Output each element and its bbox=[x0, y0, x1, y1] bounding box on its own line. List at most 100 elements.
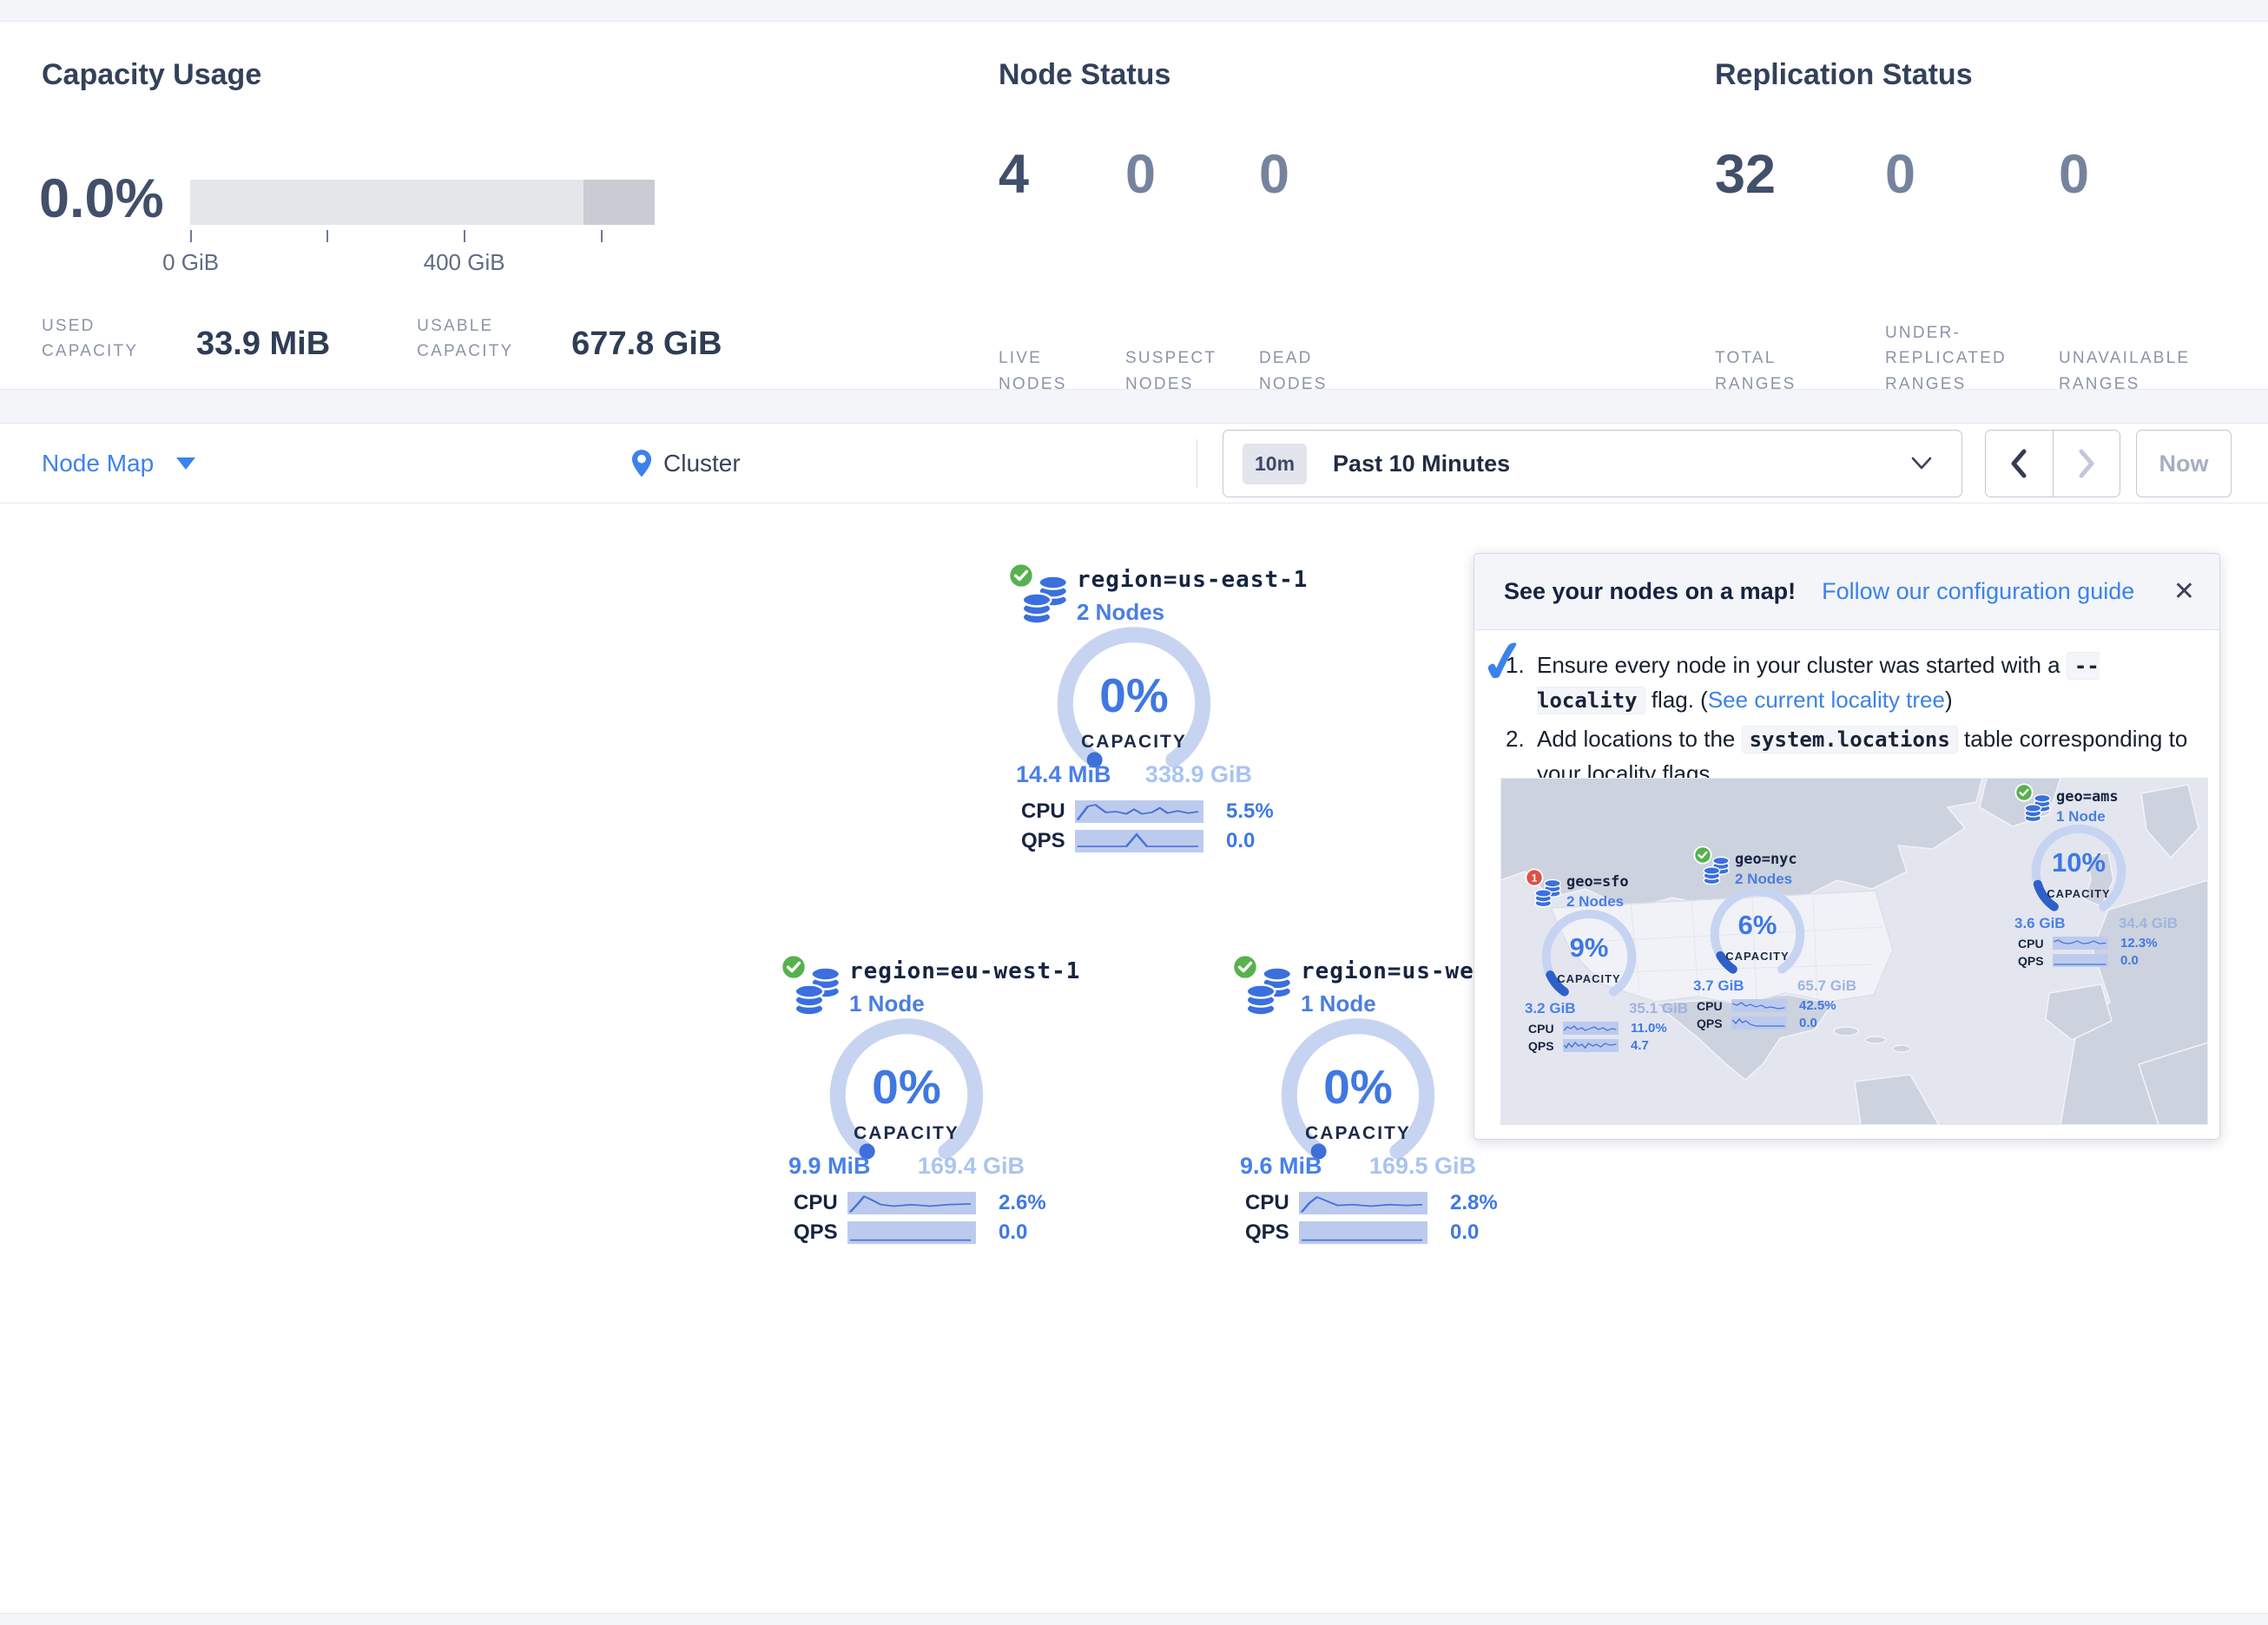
locality-title: geo=nyc bbox=[1735, 851, 1797, 868]
cpu-sparkline bbox=[1299, 1192, 1427, 1214]
gauge-percent: 0% bbox=[1280, 1059, 1436, 1115]
step-text-part: flag. ( bbox=[1645, 687, 1708, 713]
qps-value: 0.0 bbox=[2120, 953, 2139, 968]
qps-row: QPS 0.0 bbox=[1021, 829, 1255, 853]
under-replicated-label: UNDER-REPLICATED RANGES bbox=[1885, 320, 2026, 397]
time-range-dropdown[interactable]: 10m Past 10 Minutes bbox=[1223, 430, 1962, 497]
now-button[interactable]: Now bbox=[2136, 430, 2232, 497]
chevron-right-icon bbox=[2076, 448, 2097, 479]
total-value: 338.9 GiB bbox=[1145, 761, 1252, 788]
qps-row: QPS 4.7 bbox=[1528, 1038, 1649, 1053]
qps-label: QPS bbox=[1245, 1220, 1299, 1245]
view-selector-label: Node Map bbox=[42, 450, 154, 477]
capacity-values: 9.9 MiB 169.4 GiB bbox=[788, 1153, 1025, 1180]
qps-label: QPS bbox=[1697, 1016, 1731, 1030]
cluster-summary-panel: Capacity Usage 0.0% 0 GiB 400 GiB USED C… bbox=[0, 22, 2268, 389]
mini-node-card-nyc[interactable]: geo=nyc 2 Nodes 6% CAPACITY 3.7 GiB 65.7 bbox=[1693, 845, 1876, 1028]
total-value: 169.4 GiB bbox=[918, 1153, 1025, 1180]
gauge-caption: CAPACITY bbox=[1709, 950, 1806, 963]
mini-card-header: geo=sfo 2 Nodes bbox=[1566, 873, 1629, 911]
used-capacity-label: USED CAPACITY bbox=[42, 313, 172, 365]
gauge-percent: 9% bbox=[1540, 932, 1638, 964]
nodes-on-map-popup: See your nodes on a map! Follow our conf… bbox=[1474, 553, 2220, 1140]
capacity-bar: 0 GiB 400 GiB bbox=[190, 180, 655, 225]
qps-label: QPS bbox=[794, 1220, 847, 1245]
time-prev-button[interactable] bbox=[1986, 431, 2053, 497]
qps-row: QPS 0.0 bbox=[794, 1220, 1027, 1245]
caret-down-icon bbox=[176, 457, 195, 470]
mini-card-header: geo=nyc 2 Nodes bbox=[1735, 851, 1797, 888]
cpu-sparkline bbox=[1731, 999, 1787, 1012]
node-card-eu-west-1[interactable]: region=eu-west-1 1 Node 0% CAPACITY 9.9 … bbox=[780, 951, 1033, 1255]
cpu-value: 42.5% bbox=[1799, 998, 1836, 1013]
top-strip bbox=[0, 0, 2268, 22]
qps-sparkline bbox=[1731, 1016, 1787, 1030]
cpu-row: CPU 12.3% bbox=[2018, 936, 2158, 951]
node-map-canvas: region=us-east-1 2 Nodes 0% CAPACITY 14.… bbox=[0, 503, 2268, 1613]
used-capacity-stat: USED CAPACITY 33.9 MiB bbox=[42, 313, 330, 365]
popup-header: See your nodes on a map! Follow our conf… bbox=[1474, 554, 2219, 630]
replication-stats: 32 TOTAL RANGES 0 UNDER-REPLICATED RANGE… bbox=[1715, 143, 2206, 397]
dead-nodes-stat: 0 DEAD NODES bbox=[1259, 143, 1355, 397]
time-range-badge: 10m bbox=[1243, 444, 1307, 484]
live-nodes-value: 4 bbox=[999, 143, 1094, 206]
database-nodes-icon bbox=[792, 965, 844, 1017]
capacity-bar-track bbox=[190, 180, 655, 225]
node-status-title: Node Status bbox=[999, 58, 1170, 92]
qps-sparkline bbox=[1299, 1221, 1427, 1244]
gauge-percent: 10% bbox=[2030, 847, 2127, 878]
close-icon[interactable]: ✕ bbox=[2173, 576, 2195, 607]
suspect-nodes-value: 0 bbox=[1125, 143, 1228, 206]
capacity-percent: 0.0% bbox=[39, 168, 164, 230]
capacity-usage-title: Capacity Usage bbox=[42, 58, 261, 92]
cpu-value: 12.3% bbox=[2120, 936, 2158, 951]
mini-node-card-ams[interactable]: geo=ams 1 Node 10% CAPACITY 3.6 GiB 34.4 bbox=[2014, 783, 2197, 965]
bottom-strip bbox=[0, 1613, 2268, 1625]
node-card-header: region=eu-west-1 1 Node bbox=[849, 958, 1080, 1017]
step-text: Ensure every node in your cluster was st… bbox=[1537, 648, 2192, 718]
axis-tick-label: 0 GiB bbox=[162, 249, 219, 276]
node-card-us-west-1[interactable]: region=us-west-1 1 Node 0% CAPACITY 9.6 … bbox=[1231, 951, 1485, 1255]
capacity-values: 14.4 MiB 338.9 GiB bbox=[1016, 761, 1252, 788]
cpu-label: CPU bbox=[2018, 937, 2053, 951]
total-value: 35.1 GiB bbox=[1629, 1000, 1688, 1017]
setup-step-1: 1. Ensure every node in your cluster was… bbox=[1506, 648, 2192, 718]
mini-card-header: geo=ams 1 Node bbox=[2056, 788, 2119, 826]
locality-tree-link[interactable]: See current locality tree bbox=[1708, 687, 1945, 713]
section-divider bbox=[0, 389, 2268, 424]
time-nav-group bbox=[1985, 430, 2120, 497]
axis-tick bbox=[464, 230, 465, 242]
used-value: 3.7 GiB bbox=[1693, 977, 1744, 995]
capacity-stats: USED CAPACITY 33.9 MiB USABLE CAPACITY 6… bbox=[42, 313, 722, 365]
axis-tick bbox=[326, 230, 328, 242]
node-card-us-east-1[interactable]: region=us-east-1 2 Nodes 0% CAPACITY 14.… bbox=[1007, 560, 1261, 864]
qps-value: 0.0 bbox=[1226, 829, 1255, 853]
qps-label: QPS bbox=[2018, 954, 2053, 968]
cpu-label: CPU bbox=[1528, 1022, 1563, 1036]
gauge-percent: 0% bbox=[1056, 668, 1212, 723]
time-range-label: Past 10 Minutes bbox=[1333, 451, 1510, 477]
qps-row: QPS 0.0 bbox=[2018, 953, 2139, 968]
view-selector-dropdown[interactable]: Node Map bbox=[42, 424, 195, 503]
gauge-caption: CAPACITY bbox=[1056, 732, 1212, 753]
axis-tick-label: 400 GiB bbox=[424, 249, 505, 276]
locality-title: region=eu-west-1 bbox=[849, 958, 1080, 984]
configuration-guide-link[interactable]: Follow our configuration guide bbox=[1822, 578, 2134, 605]
total-value: 169.5 GiB bbox=[1369, 1153, 1476, 1180]
under-replicated-stat: 0 UNDER-REPLICATED RANGES bbox=[1885, 143, 2026, 397]
popup-title: See your nodes on a map! bbox=[1504, 578, 1796, 605]
qps-value: 0.0 bbox=[1450, 1220, 1479, 1245]
database-nodes-icon bbox=[2023, 793, 2053, 823]
used-value: 9.6 MiB bbox=[1240, 1153, 1322, 1180]
database-nodes-icon bbox=[1243, 965, 1296, 1017]
qps-value: 4.7 bbox=[1631, 1038, 1649, 1053]
gauge-caption: CAPACITY bbox=[1540, 972, 1638, 985]
capacity-usage-gauge: 0.0% 0 GiB 400 GiB bbox=[39, 168, 655, 230]
node-card-header: region=us-east-1 2 Nodes bbox=[1077, 567, 1308, 626]
cpu-row: CPU 5.5% bbox=[1021, 799, 1274, 824]
cluster-overview-page: Capacity Usage 0.0% 0 GiB 400 GiB USED C… bbox=[0, 0, 2268, 1625]
mini-node-card-sfo[interactable]: geo=sfo 2 Nodes 9% CAPACITY 3.2 GiB 35.1 bbox=[1525, 868, 1707, 1050]
time-next-button[interactable] bbox=[2053, 431, 2120, 497]
locality-title: geo=ams bbox=[2056, 788, 2119, 806]
qps-label: QPS bbox=[1021, 829, 1075, 853]
